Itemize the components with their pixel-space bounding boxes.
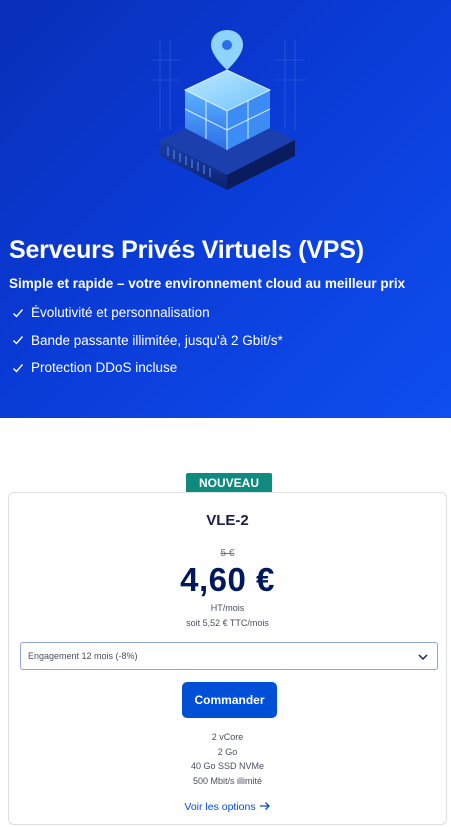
check-icon — [13, 308, 24, 318]
check-icon — [13, 336, 24, 345]
engagement-select-value: Engagement 12 mois (-8%) — [28, 651, 138, 661]
new-badge: NOUVEAU — [186, 473, 272, 493]
price-unit: HT/mois — [210, 603, 245, 613]
feature-item: Bande passante illimitée, jusqu'à 2 Gbit… — [12, 327, 283, 355]
server-cube-illustration — [152, 30, 305, 190]
spec-item: 40 Go SSD NVMe — [190, 761, 265, 771]
spec-item: 500 Mbit/s illimité — [192, 775, 263, 786]
plan-name: VLE-2 — [206, 512, 249, 529]
spec-list: 2 vCore 2 Go 40 Go SSD NVMe 500 Mbit/s i… — [9, 730, 446, 788]
engagement-select[interactable]: Engagement 12 mois (-8%) — [20, 642, 438, 670]
price: 4,60 € — [180, 561, 275, 598]
feature-item: Protection DDoS incluse — [12, 354, 283, 382]
view-options-link[interactable]: Voir les options — [9, 801, 446, 813]
spec-item: 2 vCore — [211, 732, 244, 742]
feature-label: Protection DDoS incluse — [31, 360, 178, 376]
feature-list: Évolutivité et personnalisation Bande pa… — [12, 299, 283, 382]
hero-subtitle: Simple et rapide – votre environnement c… — [9, 276, 406, 291]
price-ttc: soit 5,52 € TTC/mois — [186, 618, 269, 628]
feature-label: Bande passante illimitée, jusqu'à 2 Gbit… — [31, 332, 283, 348]
old-price: 5 € — [220, 548, 235, 559]
view-options-label: Voir les options — [184, 801, 256, 813]
chevron-down-icon — [418, 654, 428, 661]
check-icon — [13, 363, 24, 373]
hero-banner: Serveurs Privés Virtuels (VPS) Simple et… — [0, 0, 451, 418]
order-button[interactable]: Commander — [182, 682, 277, 718]
spec-item: 2 Go — [217, 746, 238, 757]
feature-label: Évolutivité et personnalisation — [31, 305, 210, 321]
feature-item: Évolutivité et personnalisation — [12, 299, 283, 327]
arrow-right-icon — [259, 802, 270, 810]
offer-card: VLE-2 5 € 4,60 € HT/mois soit 5,52 € TTC… — [8, 492, 447, 825]
hero-title: Serveurs Privés Virtuels (VPS) — [9, 236, 364, 264]
